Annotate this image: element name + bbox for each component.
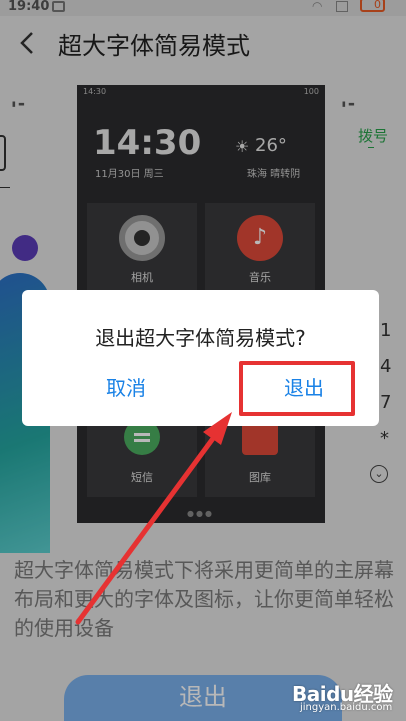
- baidu-watermark: Baidu经验 jingyan.baidu.com: [292, 678, 402, 718]
- watermark-url: jingyan.baidu.com: [300, 702, 393, 713]
- dialog-title: 退出超大字体简易模式?: [95, 326, 306, 350]
- highlight-box: [239, 361, 355, 416]
- cancel-button[interactable]: 取消: [78, 368, 174, 408]
